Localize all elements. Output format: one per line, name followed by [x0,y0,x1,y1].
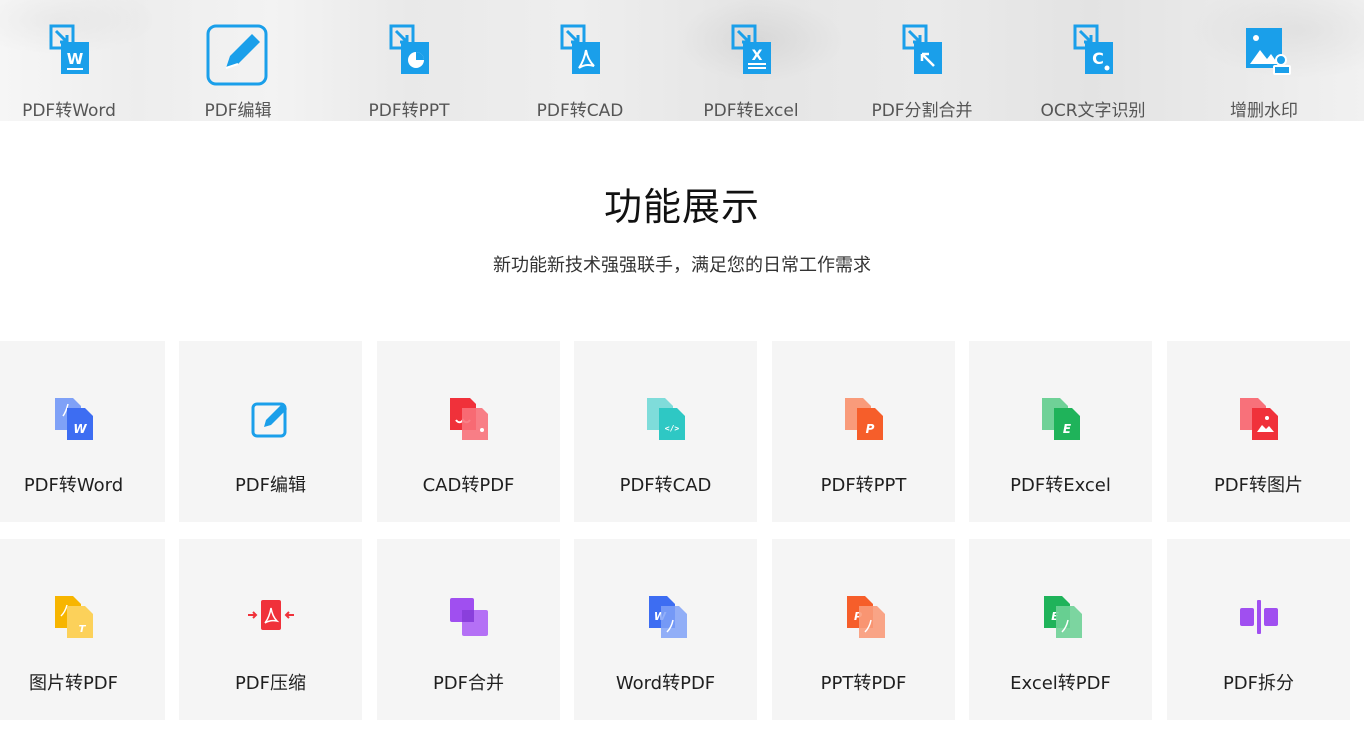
feature-label: PDF转CAD [619,475,712,496]
feature-card-pdf-split[interactable]: PDF拆分 [1167,539,1350,720]
tool-pdf-to-cad[interactable]: PDF转CAD [495,0,665,121]
tool-label: PDF分割合并 [871,101,973,121]
feature-card-pdf-merge[interactable]: PDF合并 [377,539,560,720]
feature-label: PDF拆分 [1222,673,1295,694]
top-banner: W PDF转Word PDF编辑 PDF转PPT PDF转CAD X PDF转E… [0,0,1364,121]
section-title: 功能展示 [603,185,760,229]
feature-card-pdf-compress[interactable]: PDF压缩 [179,539,362,720]
compress-icon [247,600,294,630]
tool-pdf-to-word[interactable]: W PDF转Word [0,0,154,121]
pdf-to-word-icon: W [54,398,93,440]
pdf-to-ppt-icon [389,24,429,74]
feature-card-pdf-to-cad[interactable]: </> PDF转CAD [574,341,757,522]
tool-label: PDF转Word [22,101,116,121]
pdf-to-cad-icon [560,24,600,74]
merge-icon [449,598,488,636]
tool-label: PDF转CAD [536,101,624,121]
feature-label: PDF转Word [23,475,124,496]
tool-ocr[interactable]: C OCR文字识别 [1008,0,1178,121]
svg-text:C: C [1092,49,1104,68]
feature-card-pdf-to-ppt[interactable]: P PDF转PPT [772,341,955,522]
excel-to-pdf-icon: E [1043,596,1082,638]
feature-label: PDF转PPT [820,475,907,496]
svg-text:W: W [67,50,84,68]
tool-pdf-to-excel[interactable]: X PDF转Excel [666,0,836,121]
pdf-to-excel-icon: X [731,24,771,74]
feature-card-cad-to-pdf[interactable]: CAD转PDF [377,341,560,522]
feature-card-pdf-edit[interactable]: PDF编辑 [179,341,362,522]
svg-text:T: T [78,624,86,635]
tool-pdf-to-ppt[interactable]: PDF转PPT [324,0,494,121]
ppt-to-pdf-icon: P [846,596,885,638]
cad-to-pdf-icon [449,398,488,440]
feature-card-image-to-pdf[interactable]: T 图片转PDF [0,539,165,720]
svg-text:W: W [73,422,87,436]
feature-label: PDF合并 [432,673,505,694]
feature-label: Word转PDF [615,673,716,694]
pdf-to-cad-icon: </> [646,398,685,440]
feature-card-pdf-to-excel[interactable]: E PDF转Excel [969,341,1152,522]
feature-label: Excel转PDF [1010,673,1111,694]
pdf-to-ppt-icon: P [844,398,883,440]
feature-card-pdf-to-image[interactable]: PDF转图片 [1167,341,1350,522]
tool-watermark[interactable]: 增删水印 [1179,0,1349,121]
feature-label: PDF转图片 [1213,475,1304,496]
pdf-to-excel-icon: E [1041,398,1080,440]
feature-label: PDF转Excel [1010,475,1111,496]
tool-label: 增删水印 [1230,101,1298,121]
edit-pencil-icon [206,24,268,86]
svg-text:X: X [752,48,763,64]
feature-label: PPT转PDF [820,673,907,694]
pdf-to-word-icon: W [49,24,89,74]
tool-label: PDF转PPT [368,101,450,121]
tool-label: PDF转Excel [703,101,799,121]
ocr-icon: C [1073,24,1113,74]
tool-label: OCR文字识别 [1040,101,1146,121]
feature-card-ppt-to-pdf[interactable]: P PPT转PDF [772,539,955,720]
pdf-split-merge-icon [902,24,942,74]
feature-card-word-to-pdf[interactable]: W Word转PDF [574,539,757,720]
watermark-icon [1246,28,1291,75]
word-to-pdf-icon: W [648,596,687,638]
feature-label: PDF编辑 [234,475,307,496]
tool-label: PDF编辑 [204,101,272,121]
tool-pdf-split-merge[interactable]: PDF分割合并 [837,0,1007,121]
feature-label: CAD转PDF [422,475,515,496]
section-subtitle: 新功能新技术强强联手，满足您的日常工作需求 [493,255,871,276]
tool-pdf-edit[interactable]: PDF编辑 [153,0,323,121]
feature-card-excel-to-pdf[interactable]: E Excel转PDF [969,539,1152,720]
svg-text:</>: </> [664,424,679,433]
image-to-pdf-icon: T [54,596,93,638]
pdf-to-image-icon [1239,398,1278,440]
feature-card-pdf-to-word[interactable]: W PDF转Word [0,341,165,522]
split-icon [1239,600,1278,634]
feature-label: 图片转PDF [28,673,119,694]
svg-text:P: P [865,422,874,436]
edit-icon [251,402,287,438]
svg-text:E: E [1062,422,1071,436]
feature-label: PDF压缩 [234,673,307,694]
